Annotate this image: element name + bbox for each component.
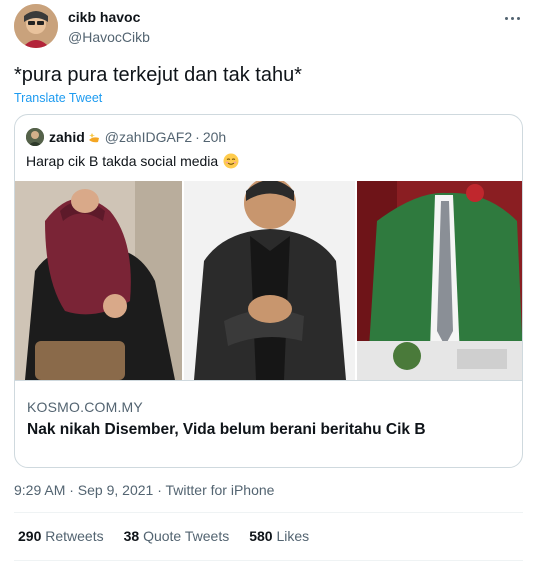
relieved-face-emoji-icon [223,153,239,169]
author-name-block: cikb havoc @HavocCikb [68,8,150,46]
quoted-media-strip[interactable] [15,181,522,380]
photo-person-denim-jacket[interactable] [184,181,355,380]
photo-woman-hijab[interactable] [15,181,182,380]
divider [14,560,523,561]
likes-stat[interactable]: 580 Likes [249,528,309,544]
quote-tweets-stat[interactable]: 38 Quote Tweets [124,528,230,544]
retweets-stat[interactable]: 290 Retweets [18,528,104,544]
quote-tweets-label: Quote Tweets [143,528,230,544]
link-title: Nak nikah Disember, Vida belum berani be… [27,421,426,438]
quoted-author-avatar [26,128,44,146]
dot [510,16,514,20]
quoted-tweet-header: zahid @zahIDGAF2 · 20h [26,127,226,147]
link-preview[interactable]: KOSMO.COM.MY Nak nikah Disember, Vida be… [15,380,522,467]
engagement-stats: 290 Retweets 38 Quote Tweets 580 Likes [18,528,329,544]
quoted-timestamp: 20h [202,129,227,145]
quoted-display-name: zahid [49,129,85,145]
quoted-tweet-text-row: Harap cik B takda social media [26,151,239,171]
quoted-tweet-text: Harap cik B takda social media [26,153,219,169]
dot [504,16,508,20]
likes-label: Likes [276,528,310,544]
translate-tweet-link[interactable]: Translate Tweet [14,91,102,105]
separator-dot: · [195,129,200,145]
link-domain: KOSMO.COM.MY [27,399,143,415]
tweet-header: cikb havoc @HavocCikb [14,4,524,50]
dot [516,16,520,20]
sparkle-emoji-icon [87,130,101,144]
tweet-timestamp[interactable]: 9:29 AM · Sep 9, 2021 · Twitter for iPho… [14,482,274,498]
divider [14,512,523,513]
tweet-text: *pura pura terkejut dan tak tahu* [14,64,302,86]
more-options-icon[interactable] [500,8,524,28]
photo-man-green-suit[interactable] [357,181,522,380]
quoted-tweet-card[interactable]: zahid @zahIDGAF2 · 20h Harap cik B takda… [14,114,523,468]
likes-count: 580 [249,528,277,544]
retweets-label: Retweets [45,528,104,544]
retweets-count: 290 [18,528,46,544]
author-display-name[interactable]: cikb havoc [68,8,150,26]
author-handle[interactable]: @HavocCikb [68,28,150,46]
author-avatar[interactable] [14,4,58,48]
quoted-handle: @zahIDGAF2 [104,129,193,145]
quote-tweets-count: 38 [123,528,144,544]
